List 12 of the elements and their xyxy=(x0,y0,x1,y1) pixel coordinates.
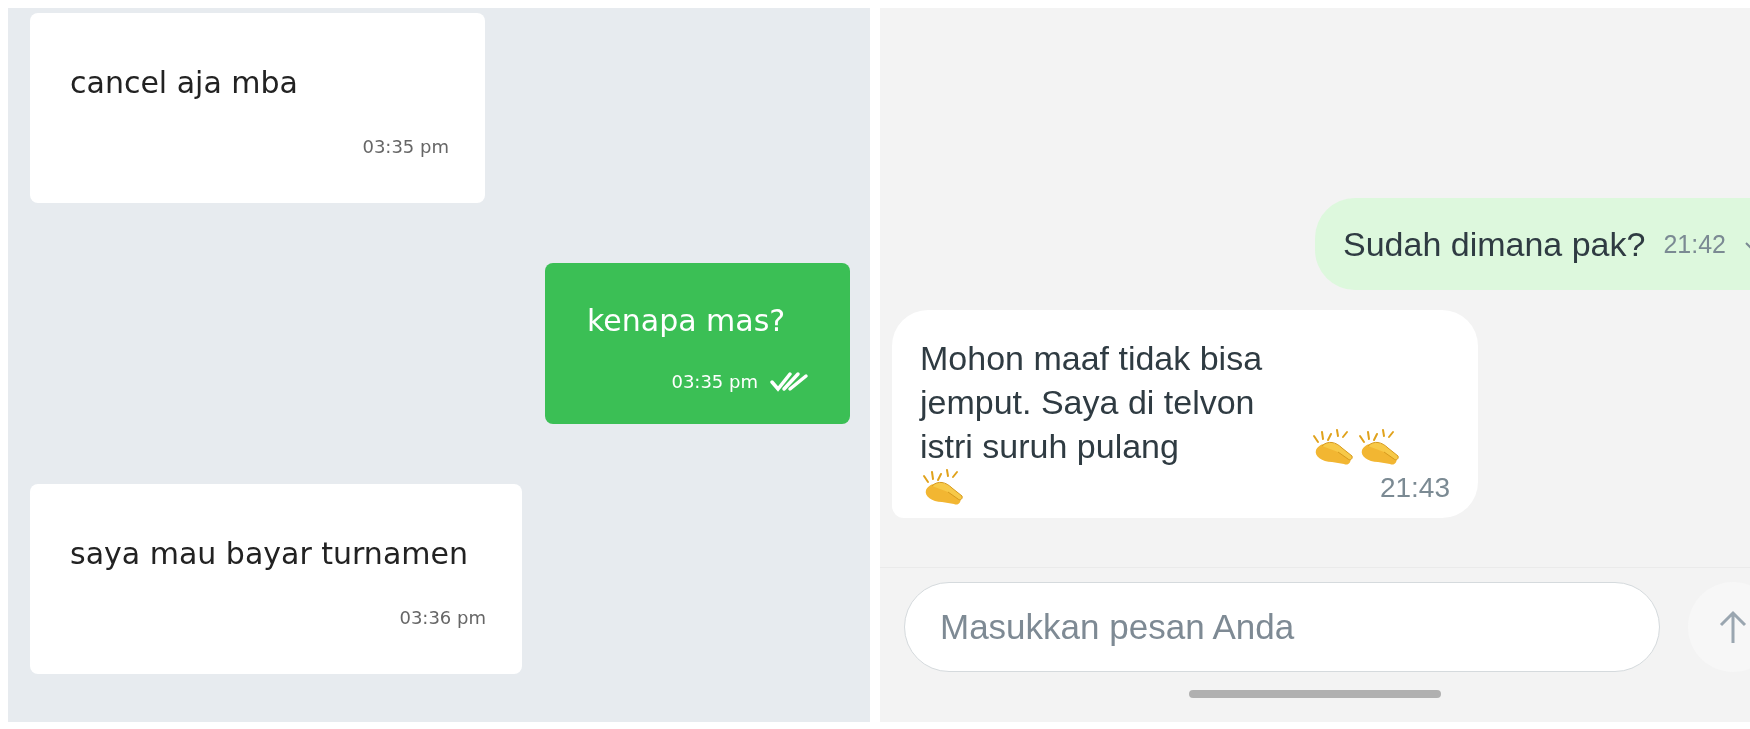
message-time: 03:36 pm xyxy=(399,607,486,628)
message-text: saya mau bayar turnamen xyxy=(70,536,469,571)
message-text: kenapa mas? xyxy=(587,303,787,338)
message-text: Sudah dimana pak? xyxy=(1343,224,1646,264)
message-time: 03:35 pm xyxy=(362,136,449,157)
message-time: 21:42 xyxy=(1663,229,1726,259)
arrow-up-icon xyxy=(1718,609,1748,645)
message-time: 03:35 pm xyxy=(671,370,758,392)
message-text: Mohon maaf tidak bisa jemput. Saya di telvon istri suruh pulang xyxy=(920,338,1264,467)
message-input[interactable]: Masukkan pesan Anda xyxy=(904,582,1660,672)
message-time: 21:43 xyxy=(1379,472,1450,504)
message-text: cancel aja mba xyxy=(70,65,299,100)
